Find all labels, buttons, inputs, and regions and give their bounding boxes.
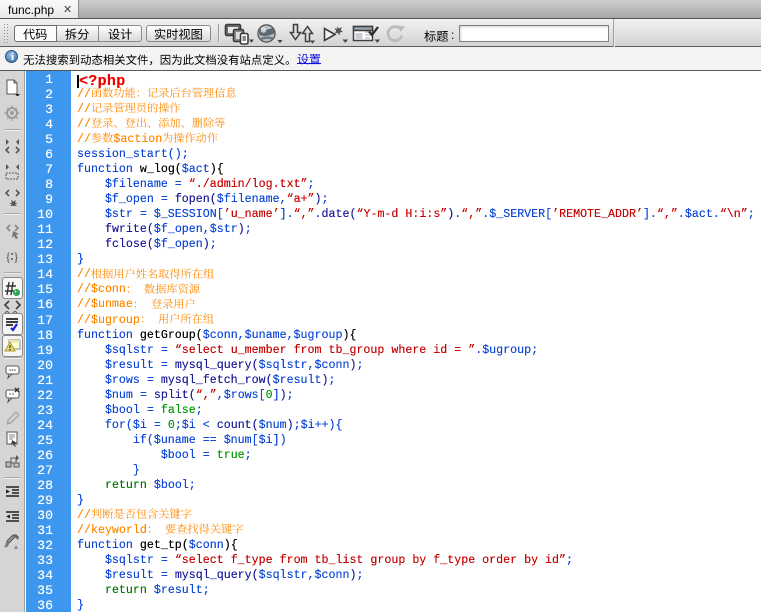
- svg-text:{: {: [5, 249, 11, 264]
- svg-text:}: }: [13, 249, 19, 264]
